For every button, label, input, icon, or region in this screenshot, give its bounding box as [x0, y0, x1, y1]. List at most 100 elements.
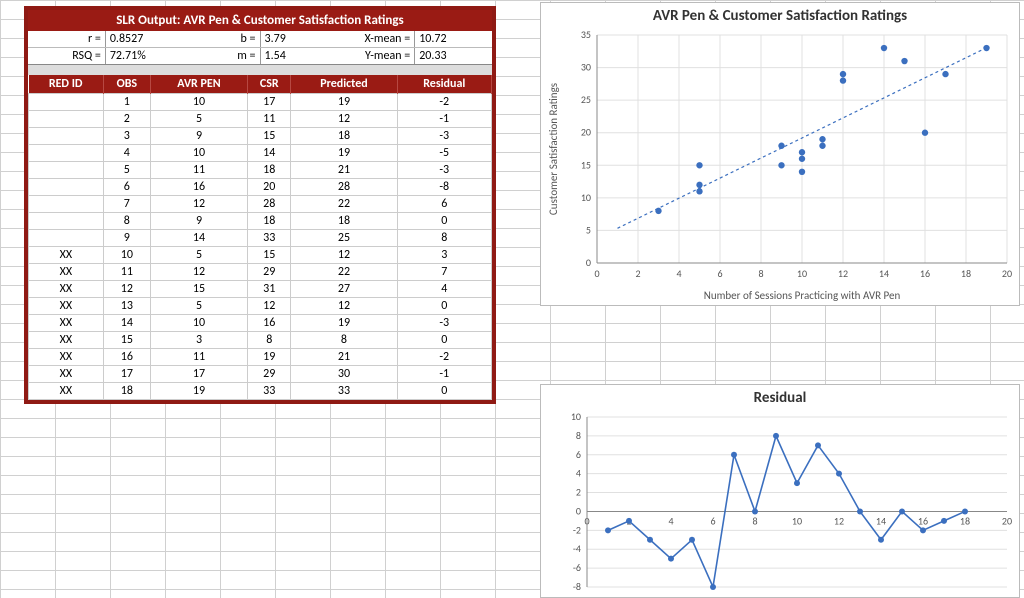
- cell: 15: [103, 332, 150, 349]
- cell: 12: [291, 298, 397, 315]
- cell: 19: [291, 94, 397, 111]
- table-row: XX14101619-3: [29, 315, 492, 332]
- cell: 14: [103, 315, 150, 332]
- svg-text:Customer Satisfaction Ratings: Customer Satisfaction Ratings: [547, 83, 560, 215]
- scatter-title: AVR Pen & Customer Satisfaction Ratings: [541, 3, 1019, 29]
- cell: [29, 213, 104, 230]
- table-row: 5111821-3: [29, 162, 492, 179]
- cell: 6: [103, 179, 150, 196]
- slr-separator: [28, 65, 492, 75]
- cell: 5: [150, 247, 247, 264]
- cell: XX: [29, 298, 104, 315]
- table-row: XX153880: [29, 332, 492, 349]
- cell: 16: [248, 315, 291, 332]
- svg-text:0: 0: [586, 256, 591, 269]
- stat-key: Y-mean =: [337, 48, 415, 64]
- cell: 9: [150, 128, 247, 145]
- cell: 4: [397, 281, 491, 298]
- cell: 12: [248, 298, 291, 315]
- cell: 18: [291, 213, 397, 230]
- svg-text:-6: -6: [573, 561, 581, 574]
- cell: 19: [248, 349, 291, 366]
- cell: 28: [291, 179, 397, 196]
- cell: -1: [397, 366, 491, 383]
- scatter-chart: AVR Pen & Customer Satisfaction Ratings …: [540, 2, 1020, 306]
- cell: 17: [248, 94, 291, 111]
- cell: [29, 230, 104, 247]
- table-row: XX16111921-2: [29, 349, 492, 366]
- svg-text:4: 4: [676, 267, 681, 280]
- stat-value: 0.8527: [106, 31, 183, 47]
- cell: [29, 162, 104, 179]
- cell: [29, 128, 104, 145]
- table-row: 91433258: [29, 230, 492, 247]
- cell: -3: [397, 128, 491, 145]
- slr-table: RED IDOBSAVR PENCSRPredictedResidual 110…: [28, 75, 492, 400]
- cell: 3: [150, 332, 247, 349]
- cell: 9: [150, 213, 247, 230]
- table-row: 71228226: [29, 196, 492, 213]
- cell: 8: [397, 230, 491, 247]
- cell: -3: [397, 162, 491, 179]
- residual-title: Residual: [541, 385, 1019, 411]
- slr-title: SLR Output: AVR Pen & Customer Satisfact…: [28, 10, 492, 31]
- cell: 0: [397, 213, 491, 230]
- cell: 11: [150, 349, 247, 366]
- cell: XX: [29, 383, 104, 400]
- cell: XX: [29, 332, 104, 349]
- svg-text:2: 2: [576, 486, 581, 499]
- svg-text:12: 12: [838, 267, 848, 280]
- table-row: 391518-3: [29, 128, 492, 145]
- svg-text:10: 10: [792, 514, 802, 527]
- scatter-plot-area: 0510152025303502468101214161820Number of…: [541, 29, 1019, 305]
- cell: 12: [291, 247, 397, 264]
- cell: 13: [103, 298, 150, 315]
- svg-text:8: 8: [752, 514, 757, 527]
- residual-plot-area: -8-6-4-2024681002468101214161820: [541, 411, 1019, 597]
- cell: 18: [103, 383, 150, 400]
- svg-text:35: 35: [581, 29, 591, 41]
- table-row: XX121531274: [29, 281, 492, 298]
- cell: 3: [397, 247, 491, 264]
- svg-text:25: 25: [581, 93, 591, 106]
- table-row: 8918180: [29, 213, 492, 230]
- cell: [29, 111, 104, 128]
- table-row: XX13512120: [29, 298, 492, 315]
- table-row: XX17172930-1: [29, 366, 492, 383]
- stat-key: r =: [28, 31, 106, 47]
- cell: 16: [103, 349, 150, 366]
- cell: 22: [291, 264, 397, 281]
- svg-text:10: 10: [581, 191, 591, 204]
- cell: 29: [248, 366, 291, 383]
- cell: 8: [248, 332, 291, 349]
- cell: 0: [397, 332, 491, 349]
- table-row: 4101419-5: [29, 145, 492, 162]
- cell: 11: [150, 162, 247, 179]
- cell: 4: [103, 145, 150, 162]
- table-row: 251112-1: [29, 111, 492, 128]
- svg-text:18: 18: [960, 514, 970, 527]
- col-header: RED ID: [29, 75, 104, 94]
- svg-text:6: 6: [717, 267, 722, 280]
- cell: 14: [150, 230, 247, 247]
- cell: 3: [103, 128, 150, 145]
- cell: 33: [291, 383, 397, 400]
- residual-chart: Residual -8-6-4-202468100246810121416182…: [540, 384, 1020, 598]
- cell: 19: [150, 383, 247, 400]
- svg-text:16: 16: [920, 267, 930, 280]
- stat-value: 10.72: [415, 31, 492, 47]
- cell: 9: [103, 230, 150, 247]
- table-row: XX10515123: [29, 247, 492, 264]
- svg-text:20: 20: [1002, 267, 1012, 280]
- cell: [29, 179, 104, 196]
- svg-text:14: 14: [879, 267, 889, 280]
- cell: 25: [291, 230, 397, 247]
- table-row: 1101719-2: [29, 94, 492, 111]
- cell: 5: [150, 298, 247, 315]
- svg-text:8: 8: [758, 267, 763, 280]
- cell: 18: [248, 162, 291, 179]
- cell: 7: [103, 196, 150, 213]
- col-header: AVR PEN: [150, 75, 247, 94]
- cell: [29, 196, 104, 213]
- cell: 21: [291, 162, 397, 179]
